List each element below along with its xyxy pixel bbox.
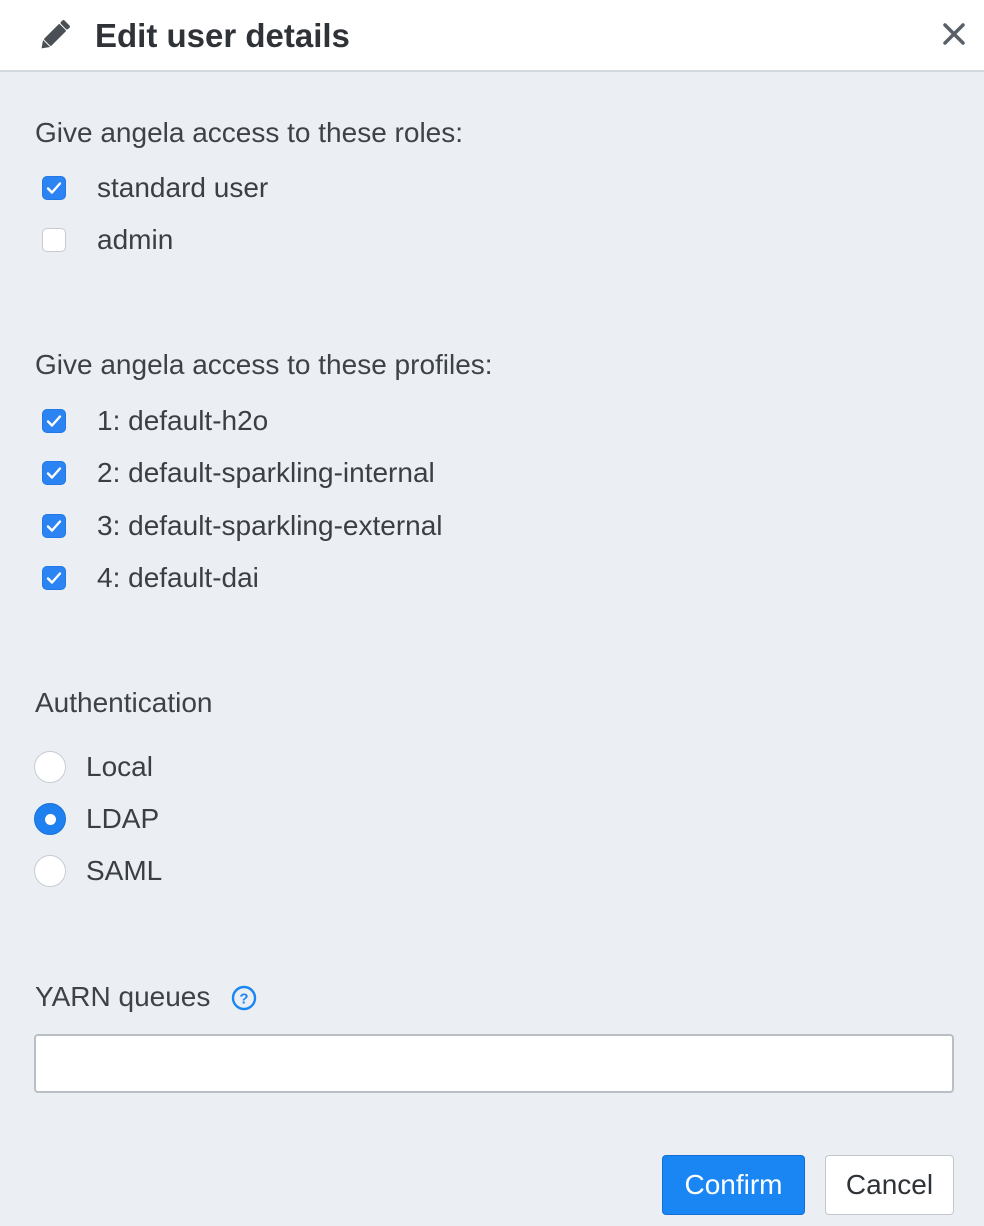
role-checkbox-standard-user[interactable]: standard user bbox=[42, 170, 268, 206]
radio-dot bbox=[44, 813, 56, 825]
cancel-button[interactable]: Cancel bbox=[825, 1155, 954, 1215]
roles-label: Give angela access to these roles: bbox=[35, 117, 464, 148]
auth-option-label: SAML bbox=[86, 855, 163, 886]
authentication-label: Authentication bbox=[35, 687, 213, 718]
profile-checkbox-default-sparkling-external[interactable]: 3: default-sparkling-external bbox=[42, 508, 443, 544]
auth-radio-saml[interactable]: SAML bbox=[34, 853, 162, 889]
profile-checkbox-default-sparkling-internal[interactable]: 2: default-sparkling-internal bbox=[42, 455, 435, 491]
profile-label: 1: default-h2o bbox=[97, 405, 269, 436]
radio-button[interactable] bbox=[34, 751, 66, 783]
role-label: admin bbox=[97, 224, 174, 255]
checkbox[interactable] bbox=[42, 461, 66, 485]
profile-checkbox-default-h2o[interactable]: 1: default-h2o bbox=[42, 403, 268, 439]
radio-button[interactable] bbox=[34, 855, 66, 887]
role-checkbox-admin[interactable]: admin bbox=[42, 222, 173, 258]
dialog-title: Edit user details bbox=[95, 17, 350, 54]
role-label: standard user bbox=[97, 172, 269, 203]
radio-button[interactable] bbox=[34, 803, 66, 835]
auth-radio-ldap[interactable]: LDAP bbox=[34, 801, 159, 837]
svg-text:?: ? bbox=[239, 991, 248, 1008]
help-circle-icon[interactable]: ? bbox=[231, 985, 257, 1011]
auth-option-label: LDAP bbox=[86, 803, 160, 834]
checkbox[interactable] bbox=[42, 228, 66, 252]
profile-label: 2: default-sparkling-internal bbox=[97, 457, 435, 488]
checkmark-icon bbox=[46, 467, 62, 479]
checkmark-icon bbox=[46, 520, 62, 532]
profile-checkbox-default-dai[interactable]: 4: default-dai bbox=[42, 560, 259, 596]
profile-label: 3: default-sparkling-external bbox=[97, 510, 443, 541]
checkmark-icon bbox=[46, 415, 62, 427]
auth-radio-local[interactable]: Local bbox=[34, 749, 153, 785]
checkbox[interactable] bbox=[42, 176, 66, 200]
checkmark-icon bbox=[46, 182, 62, 194]
yarn-queues-input[interactable] bbox=[34, 1034, 954, 1093]
pencil-icon bbox=[41, 20, 70, 49]
checkmark-icon bbox=[46, 572, 62, 584]
close-icon[interactable] bbox=[940, 20, 968, 48]
checkbox[interactable] bbox=[42, 566, 66, 590]
auth-option-label: Local bbox=[86, 751, 153, 782]
checkbox[interactable] bbox=[42, 409, 66, 433]
profile-label: 4: default-dai bbox=[97, 562, 259, 593]
dialog-header: Edit user details bbox=[0, 0, 984, 72]
checkbox[interactable] bbox=[42, 514, 66, 538]
yarn-queues-label: YARN queues bbox=[35, 981, 211, 1012]
profiles-label: Give angela access to these profiles: bbox=[35, 349, 493, 380]
confirm-button[interactable]: Confirm bbox=[662, 1155, 805, 1215]
